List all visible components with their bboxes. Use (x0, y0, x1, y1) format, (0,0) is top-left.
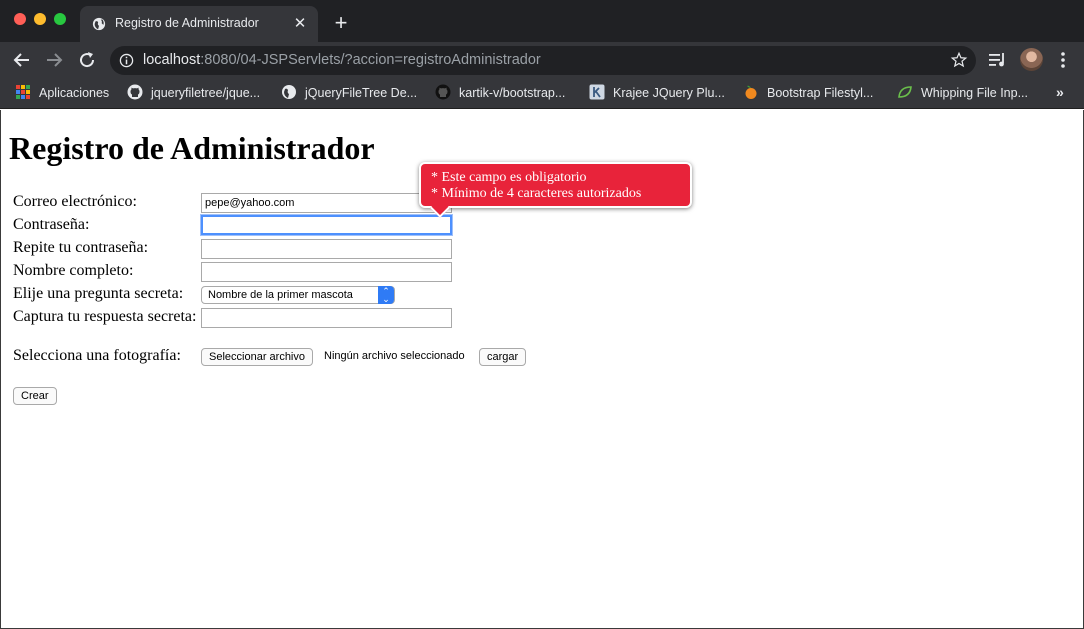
tab-title: Registro de Administrador (115, 16, 259, 30)
orange-fruit-icon (745, 85, 757, 99)
fullname-label: Nombre completo: (13, 262, 134, 279)
globe-icon (282, 85, 296, 99)
krajee-k-icon (589, 84, 605, 100)
apps-grid-icon (16, 85, 30, 99)
bookmark-kartik-github[interactable]: kartik-v/bootstrap... (435, 84, 565, 102)
profile-avatar[interactable] (1020, 48, 1043, 71)
url-host: localhost (143, 52, 201, 68)
leaf-icon (898, 86, 912, 98)
bookmark-jqueryfiletree-github[interactable]: jqueryfiletree/jque... (127, 84, 260, 102)
bookmark-label: kartik-v/bootstrap... (459, 86, 566, 100)
bookmark-bootstrap-filestyle[interactable]: Bootstrap Filestyl... (743, 84, 873, 102)
secret-question-selected: Nombre de la primer mascota (208, 289, 353, 301)
github-icon (127, 84, 143, 100)
window-maximize-button[interactable] (54, 13, 66, 25)
bookmark-star-icon[interactable] (950, 51, 968, 69)
tab-close-icon[interactable]: ✕ (290, 14, 310, 34)
back-arrow-icon[interactable] (10, 48, 34, 72)
bookmarks-overflow-button[interactable]: » (1056, 84, 1064, 100)
bookmark-label: Krajee JQuery Plu... (613, 86, 725, 100)
url-text: localhost:8080/04-JSPServlets/?accion=re… (143, 52, 541, 68)
url-path: :8080/04-JSPServlets/?accion=registroAdm… (200, 52, 541, 68)
create-button[interactable]: Crear (13, 387, 57, 405)
email-label: Correo electrónico: (13, 193, 137, 210)
secret-answer-label: Captura tu respuesta secreta: (13, 308, 197, 325)
secret-question-label: Elije una pregunta secreta: (13, 285, 184, 302)
bookmark-label: jQueryFileTree De... (305, 86, 418, 100)
validation-minlength-message: * Mínimo de 4 caracteres autorizados (431, 186, 642, 201)
browser-titlebar: Registro de Administrador ✕ + (0, 0, 1084, 42)
address-bar[interactable]: localhost:8080/04-JSPServlets/?accion=re… (110, 46, 976, 75)
photo-label: Selecciona una fotografía: (13, 347, 181, 364)
browser-tab[interactable]: Registro de Administrador ✕ (80, 6, 318, 42)
new-tab-button[interactable]: + (330, 12, 352, 34)
password-field[interactable] (201, 215, 452, 235)
github-icon (435, 84, 451, 100)
bookmark-jqueryfiletree-demo[interactable]: jQueryFileTree De... (281, 84, 417, 102)
browser-toolbar: localhost:8080/04-JSPServlets/?accion=re… (0, 42, 1084, 78)
page-title: Registro de Administrador (9, 130, 375, 166)
repeat-password-label: Repite tu contraseña: (13, 239, 149, 256)
bookmark-apps[interactable]: Aplicaciones (15, 84, 109, 102)
email-field[interactable] (201, 193, 452, 213)
window-minimize-button[interactable] (34, 13, 46, 25)
forward-arrow-icon[interactable] (42, 48, 66, 72)
upload-button[interactable]: cargar (479, 348, 527, 366)
validation-required-message: * Este campo es obligatorio (431, 170, 587, 185)
file-status-text: Ningún archivo seleccionado (324, 350, 465, 362)
validation-tooltip: * Este campo es obligatorio * Mínimo de … (419, 162, 692, 218)
bookmark-krajee[interactable]: Krajee JQuery Plu... (589, 84, 725, 102)
reload-icon[interactable] (75, 48, 99, 72)
window-close-button[interactable] (14, 13, 26, 25)
bookmark-label: Whipping File Inp... (921, 86, 1028, 100)
more-menu-icon[interactable] (1058, 50, 1068, 70)
bookmark-label: jqueryfiletree/jque... (151, 86, 261, 100)
secret-answer-field[interactable] (201, 308, 452, 328)
bookmark-label: Bootstrap Filestyl... (767, 86, 874, 100)
info-icon[interactable] (119, 53, 134, 68)
page-content: Registro de Administrador Correo electró… (0, 110, 1084, 629)
bookmarks-bar: Aplicaciones jqueryfiletree/jque... jQue… (0, 78, 1084, 109)
bookmark-label: Aplicaciones (39, 86, 110, 100)
globe-icon (92, 17, 106, 31)
repeat-password-field[interactable] (201, 239, 452, 259)
bookmark-whipping-file-input[interactable]: Whipping File Inp... (897, 84, 1028, 102)
fullname-field[interactable] (201, 262, 452, 282)
choose-file-button[interactable]: Seleccionar archivo (201, 348, 313, 366)
password-label: Contraseña: (13, 216, 90, 233)
media-control-icon[interactable] (988, 51, 1008, 69)
secret-question-select[interactable]: Nombre de la primer mascota ⌃ ⌄ (201, 286, 395, 304)
select-caret-icon: ⌃ ⌄ (378, 286, 394, 304)
